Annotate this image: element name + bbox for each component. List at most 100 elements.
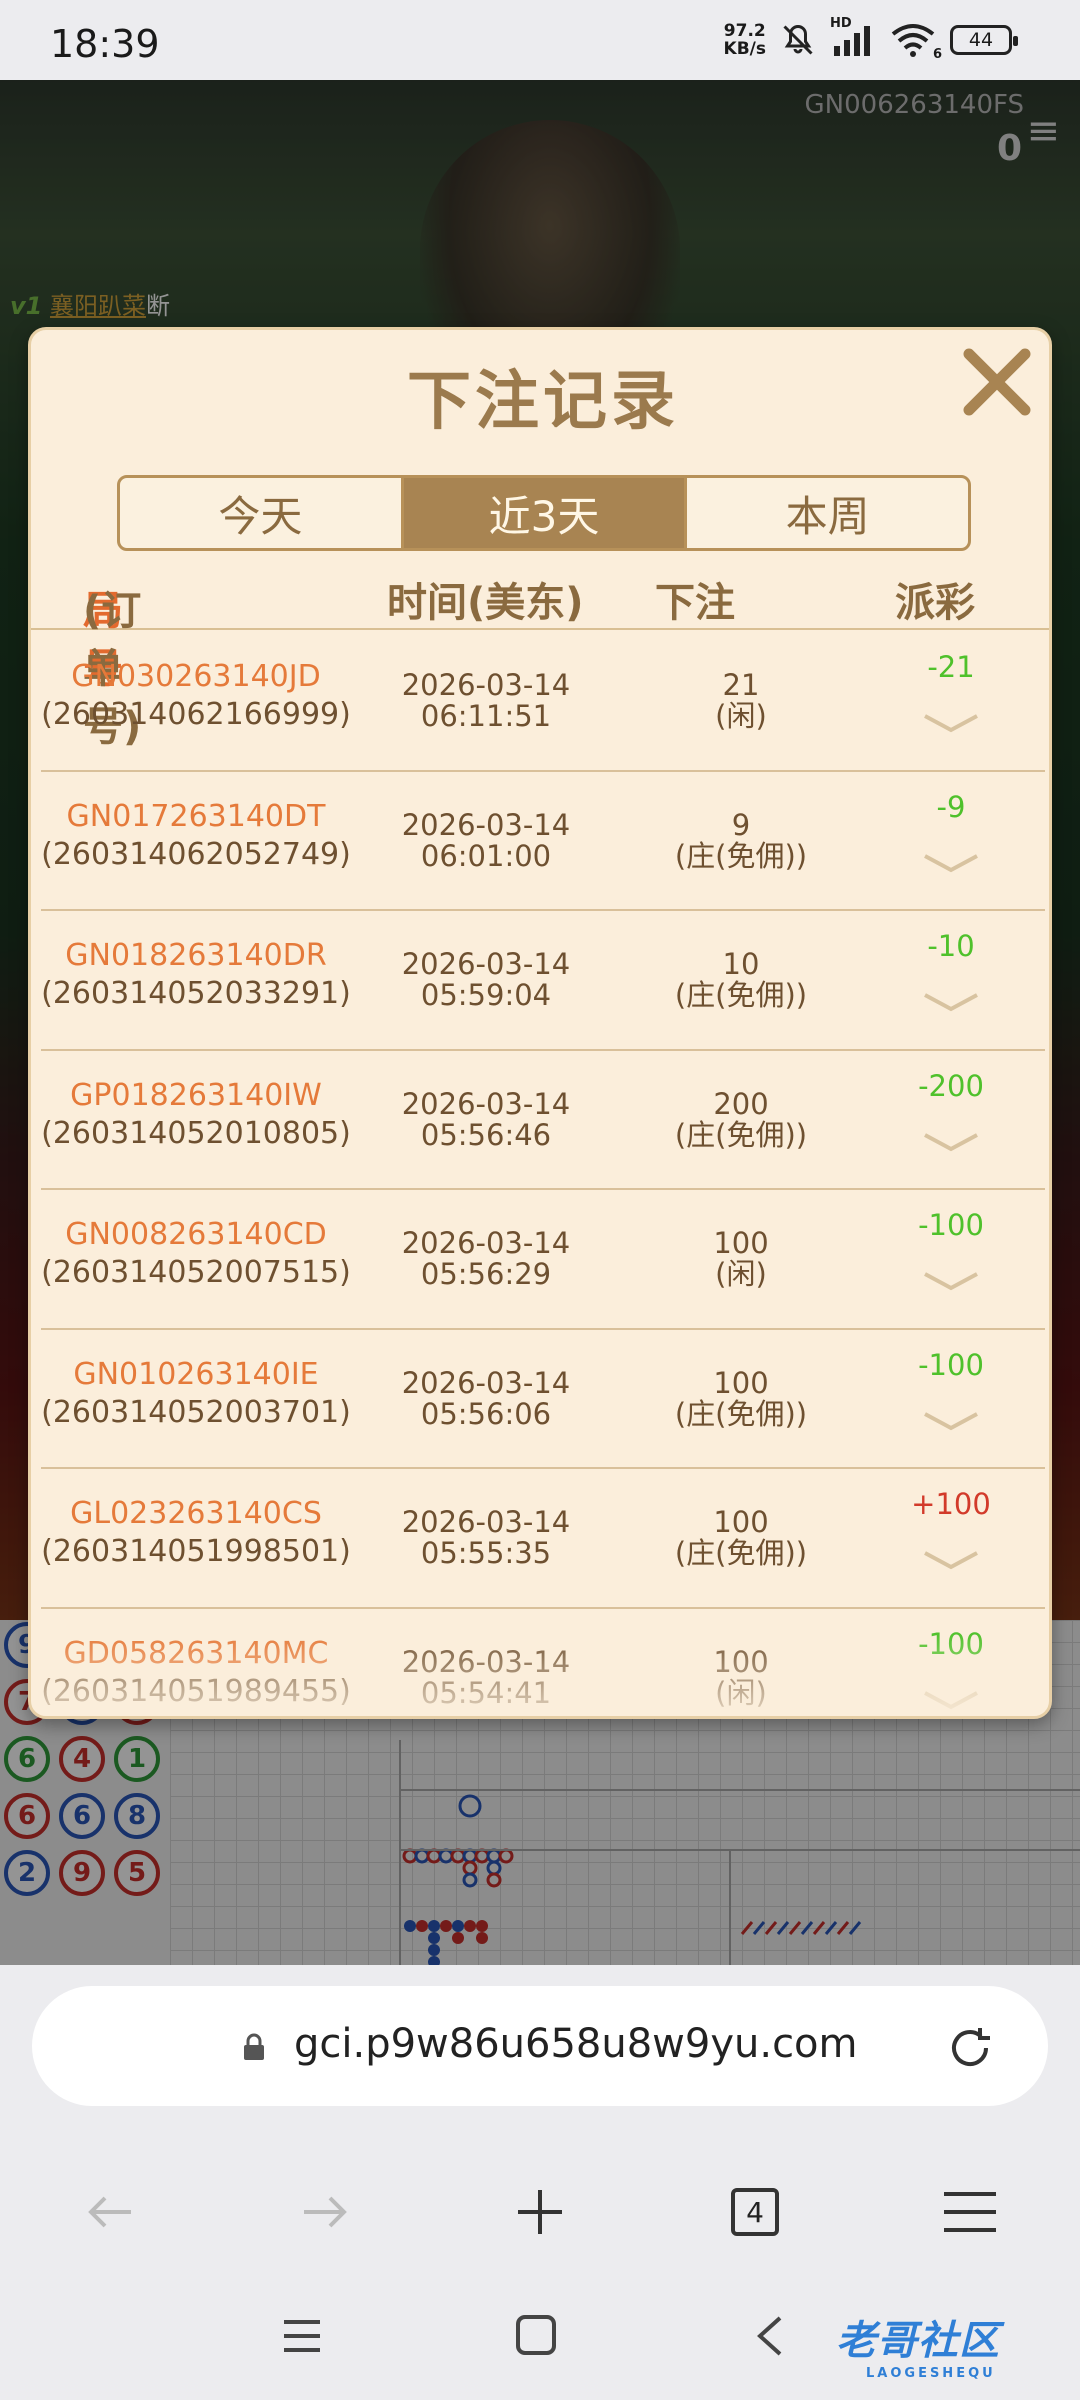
time-cell: 2026-03-14 06:01:00 [351, 807, 621, 872]
bet-cell: 9 (庄(免佣)) [621, 807, 861, 873]
order-cell: GL023263140CS (260314051998501) [41, 1495, 351, 1571]
game-number: GN018263140DR [65, 938, 327, 973]
order-cell: GN018263140DR (260314052033291) [41, 937, 351, 1013]
watermark-logo: 老哥社区 LAOGESHEQU [836, 2318, 1000, 2381]
bet-type: (庄(免佣)) [674, 1536, 808, 1570]
bet-type: (闲) [715, 699, 767, 733]
table-row[interactable]: GL023263140CS (260314051998501) 2026-03-14… [41, 1469, 1045, 1609]
table-row[interactable]: GN018263140DR (260314052033291) 2026-03-14… [41, 911, 1045, 1051]
bet-date: 2026-03-14 [401, 807, 571, 842]
battery-icon: 44 [950, 25, 1018, 55]
bet-amount: 21 [722, 668, 760, 702]
tab-switcher-button[interactable]: 4 [720, 2177, 790, 2247]
clock: 18:39 [50, 22, 160, 66]
payout-value: -21 [927, 650, 975, 684]
bet-cell: 200 (庄(免佣)) [621, 1086, 861, 1152]
chevron-down-icon[interactable] [921, 710, 981, 736]
chevron-down-icon[interactable] [921, 1547, 981, 1573]
order-number: (260314052033291) [41, 976, 351, 1011]
tab-last-3-days[interactable]: 近3天 [400, 478, 685, 548]
browser-menu-button[interactable] [935, 2177, 1005, 2247]
bet-type: (庄(免佣)) [674, 1117, 808, 1152]
time-cell: 2026-03-14 05:54:41 [351, 1646, 621, 1710]
bet-record-list[interactable]: GN030263140JD (260314062166999) 2026-03-14… [41, 632, 1045, 1717]
back-button[interactable] [75, 2177, 145, 2247]
table-row[interactable]: GP018263140IW (260314052010805) 2026-03-14… [41, 1051, 1045, 1190]
time-cell: 2026-03-14 05:56:46 [351, 1086, 621, 1152]
game-number: GN008263140CD [65, 1217, 327, 1252]
url-text[interactable]: gci.p9w86u658u8w9yu.com [294, 2021, 858, 2067]
arrow-right-icon [304, 2196, 347, 2228]
table-row[interactable]: GN017263140DT (260314062052749) 2026-03-14… [41, 772, 1045, 911]
bet-amount: 10 [722, 947, 760, 981]
back-nav-icon[interactable] [752, 2314, 786, 2358]
browser-chrome: gci.p9w86u658u8w9yu.com 4 老哥社区 LAOGESHEQU [0, 1965, 1080, 2400]
chevron-down-icon[interactable] [921, 1268, 981, 1294]
bet-cell: 100 (闲) [621, 1644, 861, 1710]
modal-title: 下注记录 [407, 365, 679, 439]
payout-value: +100 [911, 1487, 991, 1521]
bet-cell: 100 (庄(免佣)) [621, 1365, 861, 1430]
bet-time: 05:54:41 [420, 1675, 552, 1710]
bet-type: (闲) [715, 1675, 767, 1710]
bet-amount: 9 [731, 807, 751, 842]
order-cell: GN008263140CD (260314052007515) [41, 1216, 351, 1292]
net-speed: 97.2 KB/s [723, 21, 766, 59]
chevron-down-icon[interactable] [921, 1687, 981, 1713]
bet-type: (闲) [715, 1257, 767, 1291]
bet-cell: 100 (闲) [621, 1228, 861, 1290]
tab-this-week[interactable]: 本周 [684, 478, 968, 548]
bet-time: 05:56:29 [420, 1257, 552, 1291]
bet-time: 05:56:46 [420, 1117, 552, 1152]
bet-cell: 10 (庄(免佣)) [621, 949, 861, 1011]
chevron-down-icon[interactable] [921, 1408, 981, 1434]
bet-type: (庄(免佣)) [674, 838, 808, 873]
bet-date: 2026-03-14 [401, 1086, 571, 1121]
recents-icon[interactable] [282, 2316, 322, 2356]
bet-time: 06:11:51 [420, 699, 552, 733]
chevron-down-icon[interactable] [921, 1129, 981, 1155]
tab-today[interactable]: 今天 [120, 478, 401, 548]
chevron-down-icon[interactable] [921, 989, 981, 1015]
arrow-left-icon [88, 2196, 131, 2228]
bet-date: 2026-03-14 [401, 668, 571, 702]
order-number: (260314051989455) [41, 1673, 351, 1709]
address-bar[interactable]: gci.p9w86u658u8w9yu.com [32, 1986, 1048, 2106]
new-tab-button[interactable] [505, 2177, 575, 2247]
game-number: GP018263140IW [70, 1077, 322, 1113]
game-number: GN017263140DT [66, 798, 326, 834]
bet-type: (庄(免佣)) [674, 978, 808, 1012]
header-time: 时间(美东) [387, 580, 584, 626]
chevron-down-icon[interactable] [921, 850, 981, 876]
bet-cell: 100 (庄(免佣)) [621, 1507, 861, 1569]
menu-icon [944, 2192, 996, 2232]
bet-history-modal: 下注记录 今天 近3天 本周 局号 (订单号) 时间(美东) 下注 派彩 GN03… [28, 327, 1052, 1719]
bet-amount: 100 [713, 1365, 769, 1400]
table-row[interactable]: GD058263140MC (260314051989455) 2026-03-14… [41, 1609, 1045, 1717]
bet-date: 2026-03-14 [401, 1365, 571, 1400]
bet-amount: 100 [713, 1644, 769, 1679]
wifi-icon: 6 [890, 22, 942, 62]
browser-toolbar: 4 [0, 2165, 1080, 2255]
table-row[interactable]: GN010263140IE (260314052003701) 2026-03-14… [41, 1330, 1045, 1469]
forward-button[interactable] [290, 2177, 360, 2247]
system-nav-bar: 老哥社区 LAOGESHEQU [0, 2290, 1080, 2400]
order-number: (260314062166999) [41, 697, 351, 732]
plus-icon [518, 2190, 562, 2234]
bet-time: 05:55:35 [420, 1536, 552, 1570]
bet-amount: 100 [713, 1226, 769, 1260]
home-icon[interactable] [515, 2314, 557, 2356]
table-row[interactable]: GN008263140CD (260314052007515) 2026-03-14… [41, 1190, 1045, 1330]
time-cell: 2026-03-14 05:59:04 [351, 949, 621, 1011]
bet-date: 2026-03-14 [401, 1226, 571, 1260]
bet-amount: 200 [713, 1086, 769, 1121]
close-icon[interactable] [957, 342, 1037, 422]
header-payout: 派彩 [895, 580, 975, 626]
order-cell: GN017263140DT (260314062052749) [41, 798, 351, 874]
lock-icon [244, 2033, 264, 2060]
mute-icon [783, 24, 813, 55]
table-row[interactable]: GN030263140JD (260314062166999) 2026-03-14… [41, 632, 1045, 772]
reload-icon[interactable] [944, 2022, 996, 2074]
order-cell: GP018263140IW (260314052010805) [41, 1077, 351, 1153]
payout-value: -9 [936, 789, 966, 824]
